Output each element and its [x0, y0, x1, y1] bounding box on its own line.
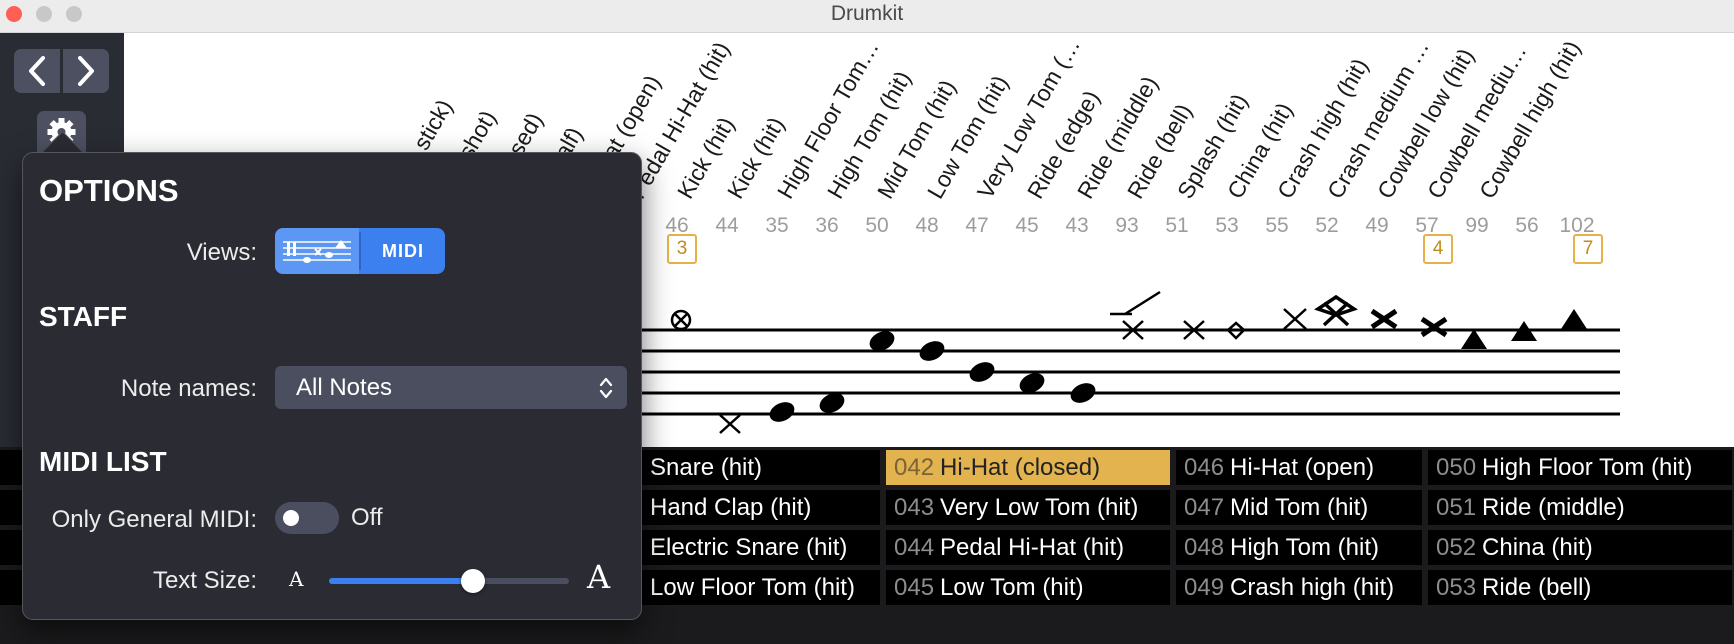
midi-code: 046 — [1184, 454, 1225, 481]
staff-notation-icon — [283, 240, 351, 263]
midi-name: High Floor Tom (hit) — [1482, 454, 1693, 481]
midi-cell[interactable]: 044 Pedal Hi-Hat (hit) — [886, 530, 1170, 565]
midi-code: 051 — [1436, 494, 1477, 521]
options-title: OPTIONS — [39, 173, 179, 208]
midi-name: Pedal Hi-Hat (hit) — [940, 534, 1125, 561]
midi-cell[interactable]: Snare (hit) — [642, 450, 880, 485]
text-size-slider-fill — [329, 578, 473, 584]
options-popover: OPTIONS Views: MIDI STAFF Note names: Al… — [22, 152, 642, 620]
text-size-small-icon: A — [289, 567, 304, 591]
midi-name: Ride (middle) — [1482, 494, 1625, 521]
midi-code: 042 — [894, 454, 935, 481]
note-mid-tom — [969, 362, 995, 382]
midi-code: 044 — [894, 534, 935, 561]
midi-cell-selected[interactable]: 042 Hi-Hat (closed) — [886, 450, 1170, 485]
midi-name: Hi-Hat (closed) — [940, 454, 1101, 481]
midi-name: Crash high (hit) — [1230, 574, 1395, 601]
note-high-tom — [919, 341, 945, 361]
only-gm-toggle[interactable] — [275, 502, 339, 534]
midi-name: Hand Clap (hit) — [650, 494, 812, 521]
updown-chevron-icon — [599, 377, 613, 399]
only-gm-label: Only General MIDI: — [51, 506, 257, 533]
midi-name: Low Floor Tom (hit) — [650, 574, 855, 601]
midi-cell[interactable]: 052 China (hit) — [1428, 530, 1732, 565]
midi-cell[interactable]: 047 Mid Tom (hit) — [1176, 490, 1422, 525]
note-names-label: Note names: — [120, 375, 257, 402]
note-cowbell-high — [1561, 309, 1587, 329]
text-size-slider-knob[interactable] — [461, 569, 485, 593]
midi-name: Low Tom (hit) — [940, 574, 1084, 601]
midi-view-button[interactable]: MIDI — [361, 228, 445, 274]
note-kick-1 — [769, 402, 795, 422]
midi-cell[interactable]: Electric Snare (hit) — [642, 530, 880, 565]
views-label: Views: — [186, 239, 257, 266]
midi-cell[interactable]: 046 Hi-Hat (open) — [1176, 450, 1422, 485]
midi-cell[interactable]: 048 High Tom (hit) — [1176, 530, 1422, 565]
note-cowbell-low — [1461, 329, 1487, 349]
midi-name: Hi-Hat (open) — [1230, 454, 1375, 481]
midi-cell[interactable]: 051 Ride (middle) — [1428, 490, 1732, 525]
midi-cell[interactable]: 053 Ride (bell) — [1428, 570, 1732, 605]
midi-code: 047 — [1184, 494, 1225, 521]
midi-cell[interactable]: 045 Low Tom (hit) — [886, 570, 1170, 605]
note-china — [1314, 294, 1358, 327]
only-gm-state: Off — [351, 504, 383, 531]
forward-button[interactable] — [63, 49, 109, 93]
chevron-left-icon — [29, 56, 45, 86]
note-crash-medium — [1420, 316, 1448, 338]
staff-section-title: STAFF — [39, 301, 128, 332]
title-bar: Drumkit — [0, 0, 1734, 33]
midi-code: 049 — [1184, 574, 1225, 601]
note-very-low-tom — [1070, 383, 1096, 403]
midi-code: 048 — [1184, 534, 1225, 561]
midi-name: China (hit) — [1482, 534, 1593, 561]
midi-code: 053 — [1436, 574, 1477, 601]
midi-name: Electric Snare (hit) — [650, 534, 848, 561]
midi-name: Snare (hit) — [650, 454, 763, 481]
note-names-select[interactable]: All Notes — [275, 366, 627, 409]
back-button[interactable] — [14, 49, 60, 93]
staff-view-button[interactable] — [275, 228, 359, 274]
text-size-large-icon: A — [587, 558, 611, 596]
note-names-value: All Notes — [296, 374, 393, 401]
midi-name: Very Low Tom (hit) — [940, 494, 1139, 521]
note-ride-edge — [1110, 290, 1161, 340]
text-size-label: Text Size: — [152, 567, 257, 594]
note-splash — [1283, 308, 1307, 330]
note-hihat-half — [670, 309, 692, 331]
midi-code: 050 — [1436, 454, 1477, 481]
note-crash-high — [1370, 308, 1398, 330]
midi-code: 052 — [1436, 534, 1477, 561]
midi-list-section-title: MIDI LIST — [39, 446, 167, 477]
midi-cell[interactable]: Hand Clap (hit) — [642, 490, 880, 525]
note-pedal-hihat — [719, 414, 741, 434]
midi-cell[interactable]: 050 High Floor Tom (hit) — [1428, 450, 1732, 485]
views-segmented-control[interactable]: MIDI — [275, 228, 445, 274]
text-size-slider[interactable] — [329, 578, 569, 584]
midi-name: Mid Tom (hit) — [1230, 494, 1369, 521]
midi-code: 045 — [894, 574, 935, 601]
chevron-right-icon — [78, 56, 94, 86]
midi-cell[interactable]: 043 Very Low Tom (hit) — [886, 490, 1170, 525]
midi-code: 043 — [894, 494, 935, 521]
midi-cell[interactable]: Low Floor Tom (hit) — [642, 570, 880, 605]
midi-name: High Tom (hit) — [1230, 534, 1379, 561]
toggle-knob — [283, 510, 299, 526]
midi-name: Ride (bell) — [1482, 574, 1592, 601]
midi-cell[interactable]: 049 Crash high (hit) — [1176, 570, 1422, 605]
window-title: Drumkit — [830, 2, 904, 25]
